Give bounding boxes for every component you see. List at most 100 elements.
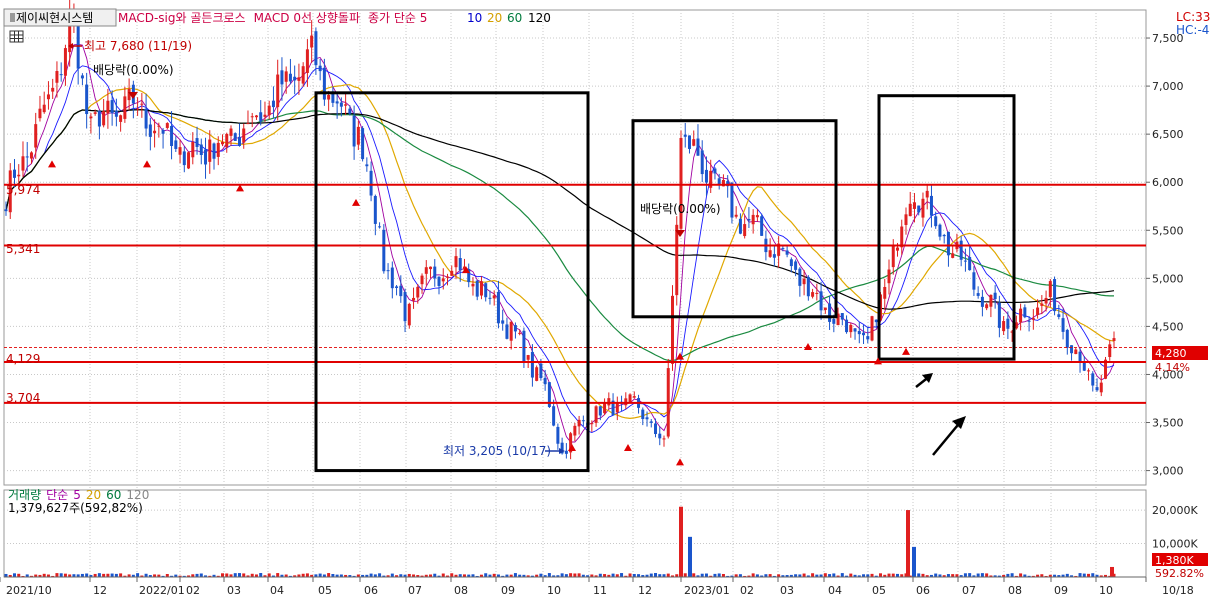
x-tick-label: 12 [93, 584, 107, 597]
volume-bar [704, 573, 708, 577]
candle-body [819, 291, 823, 311]
candle-body [216, 142, 220, 157]
candle-body [458, 258, 462, 271]
candle-body [874, 319, 878, 323]
candle-body [144, 108, 148, 129]
candle-body [989, 294, 993, 307]
candle-body [968, 257, 972, 271]
candle-body [344, 104, 348, 106]
candle-body [119, 115, 123, 122]
candle-body [845, 319, 849, 333]
candle-body [866, 336, 870, 340]
candle-body [403, 292, 407, 322]
x-tick-label: 11 [593, 584, 607, 597]
candle-body [254, 115, 258, 118]
volume-bar [654, 573, 658, 577]
volume-bar [611, 573, 615, 577]
candle-body [318, 65, 322, 72]
candle-body [29, 152, 33, 159]
candle-body [267, 105, 271, 116]
candle-body [195, 138, 199, 147]
candle-body [794, 261, 798, 270]
volume-bar [369, 573, 373, 577]
candle-body [46, 94, 50, 100]
candle-body [683, 134, 687, 137]
stock-dropdown-icon[interactable] [10, 13, 15, 22]
candle-body [1002, 321, 1006, 332]
candle-body [199, 144, 203, 156]
candle-body [259, 112, 263, 122]
volume-bar [1078, 573, 1082, 577]
candle-body [378, 226, 382, 228]
price-tick-label: 7,000 [1152, 80, 1184, 93]
candle-body [174, 140, 178, 149]
volume-bar [577, 573, 581, 577]
volume-bar [879, 573, 883, 577]
x-tick-label: 02 [186, 584, 200, 597]
candle-body [63, 48, 67, 76]
volume-value: 1,379,627주(592,82%) [8, 501, 143, 515]
candle-body [755, 215, 759, 218]
candle-body [12, 169, 16, 178]
candle-body [42, 104, 46, 113]
volume-bar [963, 573, 967, 577]
candle-body [38, 108, 42, 119]
candle-body [789, 259, 793, 267]
current-price-pct: 4.14% [1155, 361, 1190, 374]
candle-body [297, 77, 301, 81]
candle-body [322, 67, 326, 100]
volume-bar [85, 573, 89, 577]
candle-body [675, 224, 679, 296]
candle-body [441, 278, 445, 282]
candle-body [1087, 370, 1091, 372]
x-tick-label: 05 [318, 584, 332, 597]
candle-body [280, 70, 284, 85]
candle-body [221, 141, 225, 145]
candle-body [1019, 308, 1023, 323]
candle-body [424, 267, 428, 274]
volume-tick-label: 10,000K [1152, 538, 1198, 551]
candle-body [496, 291, 500, 324]
volume-bar [390, 573, 394, 577]
stock-name: 제이씨현시스템 [16, 11, 93, 25]
legend-ma-10: 10 [467, 11, 482, 25]
legend-item-0: MACD-sig와 골든크로스 [118, 11, 246, 25]
candle-body [645, 417, 649, 420]
candle-body [1053, 279, 1057, 312]
candle-body [21, 156, 25, 171]
candle-body [314, 31, 318, 66]
volume-bar [968, 573, 972, 577]
candle-body [607, 398, 611, 406]
candle-body [895, 247, 899, 251]
candle-body [1044, 297, 1048, 304]
price-tick-label: 3,000 [1152, 465, 1184, 478]
candle-body [552, 406, 556, 426]
candle-body [959, 240, 963, 260]
candle-body [522, 330, 526, 362]
candle-body [284, 71, 288, 82]
volume-tick-label: 20,000K [1152, 504, 1198, 517]
candle-body [212, 143, 216, 159]
table-icon[interactable] [9, 30, 24, 43]
candle-body [713, 168, 717, 174]
volume-bar [97, 573, 101, 577]
candle-body [471, 283, 475, 287]
candle-body [904, 214, 908, 225]
candle-body [301, 66, 305, 84]
volume-bar [513, 573, 517, 577]
candle-body [1091, 373, 1095, 386]
candle-body [237, 136, 241, 146]
candle-body [1065, 329, 1069, 348]
level-label-3704: 3,704 [6, 391, 40, 405]
volume-bar [259, 573, 263, 577]
legend-item-2: 종가 단순 5 [368, 11, 427, 25]
volume-bar [484, 573, 488, 577]
legend-ma-120: 120 [528, 11, 551, 25]
current-price-label: 4,280 [1155, 347, 1187, 360]
candle-body [140, 103, 144, 105]
volume-bar [891, 573, 895, 577]
candle-body [356, 126, 360, 145]
candle-body [747, 219, 751, 221]
volume-bar [305, 573, 309, 577]
candle-body [165, 123, 169, 128]
